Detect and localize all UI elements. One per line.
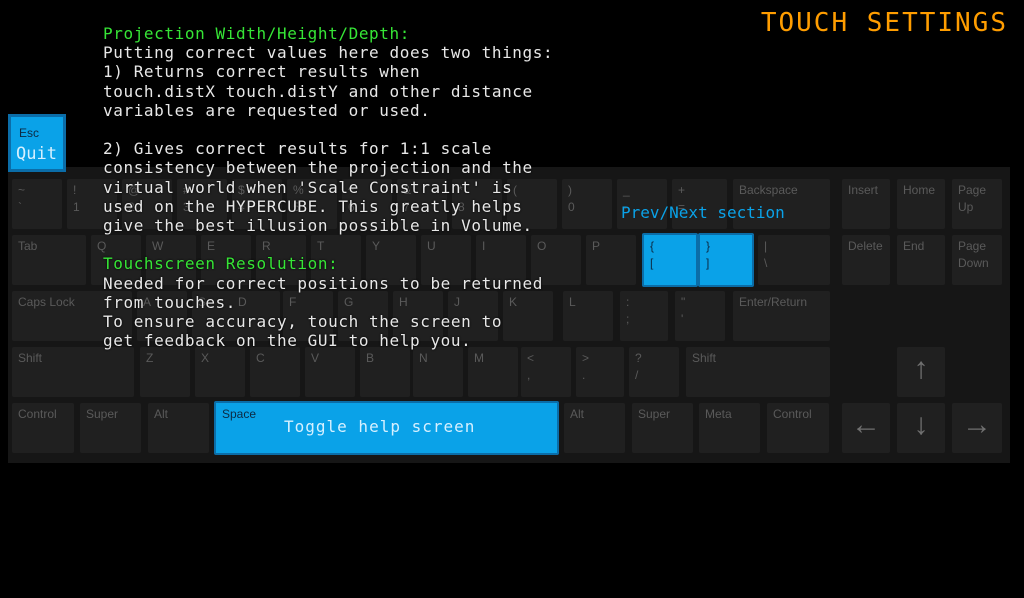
key-b[interactable]: B [360, 347, 410, 397]
key-label: Shift [692, 351, 717, 365]
key-x[interactable]: X [195, 347, 245, 397]
key-label: Delete [848, 239, 883, 253]
key-pagedown[interactable]: Page Down [952, 235, 1002, 285]
key-label: Control [18, 407, 57, 421]
key-comma[interactable]: < , [521, 347, 571, 397]
key-label: Home [903, 183, 936, 197]
key-label: C [256, 351, 265, 365]
key-label: { [ [650, 239, 655, 270]
key-pageup[interactable]: Page Up [952, 179, 1002, 229]
key-right-shift[interactable]: Shift [686, 347, 830, 397]
key-label: ! 1 [73, 183, 80, 214]
key-label: Super [86, 407, 119, 421]
key-n[interactable]: N [413, 347, 463, 397]
key-backquote[interactable]: ~ ` [12, 179, 62, 229]
arrow-right-icon: → [962, 408, 992, 441]
key-right-alt[interactable]: Alt [564, 403, 625, 453]
key-c[interactable]: C [250, 347, 300, 397]
key-delete[interactable]: Delete [842, 235, 890, 285]
key-label: Control [773, 407, 812, 421]
key-label: Super [638, 407, 671, 421]
key-arrow-up[interactable]: ↑ [897, 347, 945, 397]
key-right-super[interactable]: Super [632, 403, 693, 453]
key-quote[interactable]: " ' [675, 291, 725, 341]
key-insert[interactable]: Insert [842, 179, 890, 229]
key-arrow-right[interactable]: → [952, 403, 1002, 453]
key-right-control[interactable]: Control [767, 403, 829, 453]
section-nav-hint: Prev/Next section [621, 203, 785, 222]
key-label: Caps Lock [18, 295, 75, 309]
key-label: | \ [764, 239, 768, 270]
key-label: Alt [154, 407, 169, 421]
key-meta[interactable]: Meta [699, 403, 760, 453]
help-heading-resolution: Touchscreen Resolution: [103, 254, 339, 274]
key-right-bracket[interactable]: } ] [698, 233, 754, 287]
key-label: Z [146, 351, 154, 365]
key-label: } ] [706, 239, 711, 270]
key-slash[interactable]: ? / [629, 347, 679, 397]
help-text: Projection Width/Height/Depth: Putting c… [103, 24, 623, 350]
key-backslash[interactable]: | \ [758, 235, 830, 285]
key-label: ~ ` [18, 183, 26, 214]
key-label: Insert [848, 183, 879, 197]
help-body-resolution: Needed for correct positions to be retur… [103, 273, 544, 351]
key-end[interactable]: End [897, 235, 945, 285]
key-label: Page Up [958, 183, 987, 214]
key-label: X [201, 351, 210, 365]
key-label: Backspace [739, 183, 798, 197]
help-heading-projection: Projection Width/Height/Depth: [103, 24, 410, 43]
key-arrow-down[interactable]: ↓ [897, 403, 945, 453]
key-enter[interactable]: Enter/Return [733, 291, 830, 341]
quit-hint: Quit [16, 144, 57, 164]
key-esc-quit[interactable]: Esc Quit [8, 114, 66, 172]
key-tab[interactable]: Tab [12, 235, 86, 285]
toggle-help-hint: Toggle help screen [284, 417, 476, 436]
key-label: B [366, 351, 375, 365]
key-label: Enter/Return [739, 295, 808, 309]
key-label: " ' [681, 295, 686, 326]
key-label: M [474, 351, 484, 365]
key-label: < , [527, 351, 535, 382]
key-m[interactable]: M [468, 347, 518, 397]
key-z[interactable]: Z [140, 347, 190, 397]
key-left-shift[interactable]: Shift [12, 347, 134, 397]
key-left-alt[interactable]: Alt [148, 403, 209, 453]
key-label: N [419, 351, 428, 365]
help-body-projection: Putting correct values here does two thi… [103, 43, 554, 236]
page-title: TOUCH SETTINGS [760, 8, 1008, 38]
key-left-bracket[interactable]: { [ [642, 233, 698, 287]
key-label: Meta [705, 407, 732, 421]
arrow-down-icon: ↓ [913, 408, 929, 441]
key-label: End [903, 239, 925, 253]
key-label: > . [582, 351, 590, 382]
key-label: V [311, 351, 320, 365]
key-label: Tab [18, 239, 38, 253]
key-arrow-left[interactable]: ← [842, 403, 890, 453]
key-label: Alt [570, 407, 585, 421]
key-label: Space [222, 407, 257, 421]
key-left-super[interactable]: Super [80, 403, 141, 453]
key-left-control[interactable]: Control [12, 403, 74, 453]
arrow-up-icon: ↑ [913, 352, 929, 385]
key-label: Shift [18, 351, 43, 365]
key-period[interactable]: > . [576, 347, 624, 397]
key-label: Page Down [958, 239, 989, 270]
key-label: : ; [626, 295, 630, 326]
key-label: ? / [635, 351, 642, 382]
arrow-left-icon: ← [851, 408, 881, 441]
key-v[interactable]: V [305, 347, 355, 397]
key-semicolon[interactable]: : ; [620, 291, 668, 341]
key-home[interactable]: Home [897, 179, 945, 229]
key-label: Esc [19, 126, 40, 140]
